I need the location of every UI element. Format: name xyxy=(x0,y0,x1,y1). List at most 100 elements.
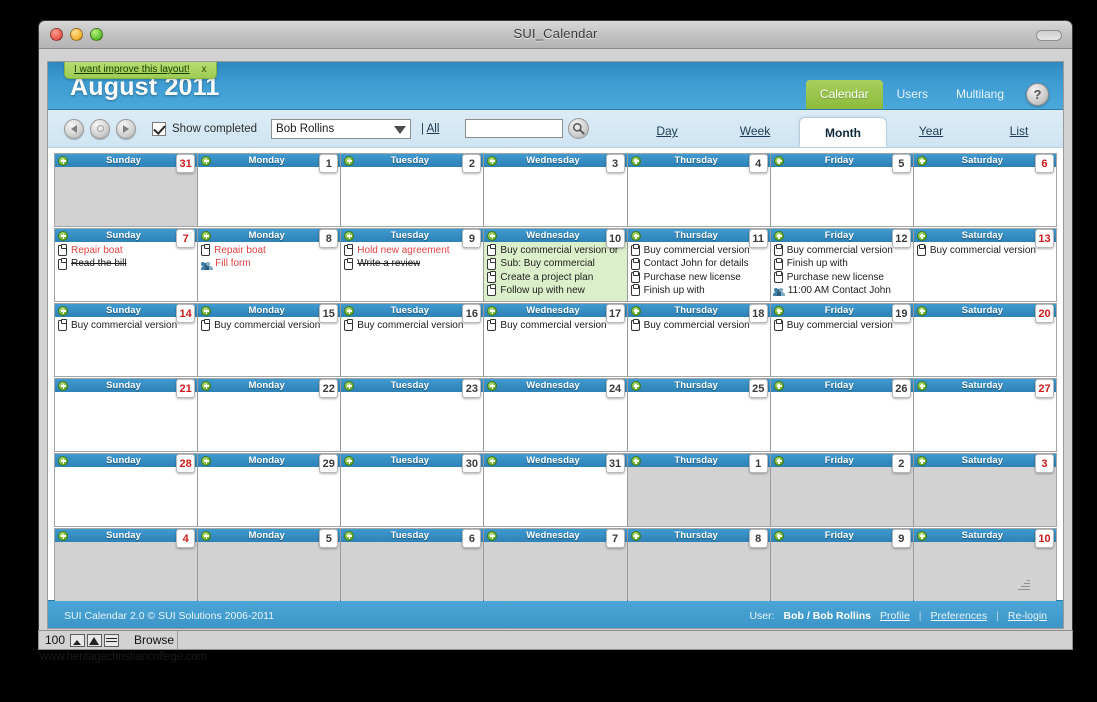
calendar-event[interactable]: Buy commercial version xyxy=(773,244,911,257)
relogin-link[interactable]: Re-login xyxy=(1008,610,1047,622)
day-number-badge[interactable]: 6 xyxy=(462,529,482,548)
profile-link[interactable]: Profile xyxy=(880,610,910,622)
calendar-event[interactable]: Buy commercial version xyxy=(58,319,195,332)
add-event-icon[interactable] xyxy=(916,155,927,166)
day-number-badge[interactable]: 1 xyxy=(748,454,768,473)
add-event-icon[interactable] xyxy=(487,455,498,466)
day-number-badge[interactable]: 16 xyxy=(462,304,482,323)
day-number-badge[interactable]: 31 xyxy=(605,454,625,473)
day-number-badge[interactable]: 8 xyxy=(748,529,768,548)
day-number-badge[interactable]: 3 xyxy=(1034,454,1054,473)
day-cell-wednesday-10[interactable]: Wednesday 10 Buy commercial version or Sub:… xyxy=(484,229,627,301)
all-users-filter[interactable]: | All xyxy=(421,123,439,135)
add-event-icon[interactable] xyxy=(58,155,68,166)
add-event-icon[interactable] xyxy=(58,380,68,391)
day-number-badge[interactable]: 9 xyxy=(462,229,482,248)
day-cell-tuesday-2[interactable]: Tuesday 2 xyxy=(341,154,484,226)
next-month-button[interactable] xyxy=(116,118,136,139)
add-event-icon[interactable] xyxy=(58,230,68,241)
day-cell-sunday-4[interactable]: Sunday 4 xyxy=(55,529,198,601)
nav-item-users[interactable]: Users xyxy=(883,80,942,109)
calendar-event[interactable]: Buy commercial version or xyxy=(487,244,624,257)
add-event-icon[interactable] xyxy=(344,155,355,166)
day-cell-thursday-1[interactable]: Thursday 1 xyxy=(627,454,770,526)
day-number-badge[interactable]: 1 xyxy=(319,154,339,173)
day-cell-friday-19[interactable]: Friday 19 Buy commercial version xyxy=(770,304,913,376)
preferences-link[interactable]: Preferences xyxy=(931,610,988,622)
calendar-event[interactable]: Finish up with xyxy=(773,257,911,270)
day-number-badge[interactable]: 4 xyxy=(176,529,196,548)
calendar-event[interactable]: Buy commercial version xyxy=(487,319,624,332)
day-number-badge[interactable]: 6 xyxy=(1034,154,1054,173)
add-event-icon[interactable] xyxy=(773,230,784,241)
calendar-event[interactable]: Write a review xyxy=(344,257,481,270)
day-number-badge[interactable]: 3 xyxy=(605,154,625,173)
add-event-icon[interactable] xyxy=(773,455,784,466)
day-cell-wednesday-17[interactable]: Wednesday 17 Buy commercial version xyxy=(484,304,627,376)
day-number-badge[interactable]: 5 xyxy=(891,154,911,173)
show-completed-toggle[interactable]: Show completed xyxy=(152,121,257,136)
day-cell-friday-9[interactable]: Friday 9 xyxy=(770,529,913,601)
day-number-badge[interactable]: 31 xyxy=(176,154,196,173)
calendar-event[interactable]: Create a project plan xyxy=(487,270,624,284)
day-number-badge[interactable]: 20 xyxy=(1034,304,1054,323)
day-cell-friday-12[interactable]: Friday 12 Buy commercial version Finish up … xyxy=(770,229,913,301)
day-number-badge[interactable]: 13 xyxy=(1034,229,1054,248)
add-event-icon[interactable] xyxy=(344,530,355,541)
day-number-badge[interactable]: 2 xyxy=(462,154,482,173)
add-event-icon[interactable] xyxy=(58,455,68,466)
day-number-badge[interactable]: 24 xyxy=(605,379,625,398)
day-cell-thursday-4[interactable]: Thursday 4 xyxy=(627,154,770,226)
add-event-icon[interactable] xyxy=(201,305,212,316)
calendar-event[interactable]: Buy commercial version xyxy=(916,244,1054,257)
day-number-badge[interactable]: 10 xyxy=(605,229,625,248)
tab-list[interactable]: List xyxy=(975,124,1063,147)
search-icon[interactable] xyxy=(568,118,590,139)
day-number-badge[interactable]: 12 xyxy=(891,229,911,248)
day-number-badge[interactable]: 8 xyxy=(319,229,339,248)
add-event-icon[interactable] xyxy=(487,380,498,391)
day-cell-monday-1[interactable]: Monday 1 xyxy=(198,154,341,226)
layout-feedback-link[interactable]: I want improve this layout! xyxy=(74,64,190,75)
nav-item-calendar[interactable]: Calendar xyxy=(805,80,883,109)
add-event-icon[interactable] xyxy=(201,530,212,541)
add-event-icon[interactable] xyxy=(916,530,927,541)
tab-month[interactable]: Month xyxy=(799,117,887,147)
add-event-icon[interactable] xyxy=(487,305,498,316)
calendar-event[interactable]: Contact John for details xyxy=(630,257,768,270)
add-event-icon[interactable] xyxy=(773,530,784,541)
add-event-icon[interactable] xyxy=(487,155,498,166)
tab-day[interactable]: Day xyxy=(623,124,711,147)
toolbar-toggle-button[interactable] xyxy=(1036,30,1062,41)
day-number-badge[interactable]: 29 xyxy=(319,454,339,473)
add-event-icon[interactable] xyxy=(630,230,641,241)
day-cell-friday-5[interactable]: Friday 5 xyxy=(770,154,913,226)
calendar-event[interactable]: Fill form xyxy=(200,257,338,270)
add-event-icon[interactable] xyxy=(916,305,927,316)
day-number-badge[interactable]: 5 xyxy=(319,529,339,548)
day-number-badge[interactable]: 11 xyxy=(748,229,768,248)
add-event-icon[interactable] xyxy=(201,230,212,241)
day-cell-sunday-14[interactable]: Sunday 14 Buy commercial version xyxy=(55,304,198,376)
day-cell-monday-22[interactable]: Monday 22 xyxy=(198,379,341,451)
calendar-event[interactable]: Buy commercial version xyxy=(773,319,911,332)
day-cell-tuesday-16[interactable]: Tuesday 16 Buy commercial version xyxy=(341,304,484,376)
layout-feedback-bubble[interactable]: I want improve this layout! x xyxy=(64,62,217,79)
add-event-icon[interactable] xyxy=(201,455,212,466)
add-event-icon[interactable] xyxy=(773,380,784,391)
day-cell-saturday-3[interactable]: Saturday 3 xyxy=(913,454,1056,526)
add-event-icon[interactable] xyxy=(201,380,212,391)
nav-item-multilang[interactable]: Multilang xyxy=(942,80,1018,109)
window-titlebar[interactable]: SUI_Calendar xyxy=(39,21,1072,49)
calendar-event[interactable]: Finish up with xyxy=(630,284,768,297)
calendar-event[interactable]: Follow up with new xyxy=(487,284,624,297)
day-cell-friday-26[interactable]: Friday 26 xyxy=(770,379,913,451)
previous-month-button[interactable] xyxy=(64,118,84,139)
add-event-icon[interactable] xyxy=(58,305,68,316)
day-cell-wednesday-24[interactable]: Wednesday 24 xyxy=(484,379,627,451)
day-number-badge[interactable]: 25 xyxy=(748,379,768,398)
add-event-icon[interactable] xyxy=(58,530,68,541)
day-cell-saturday-6[interactable]: Saturday 6 xyxy=(913,154,1056,226)
calendar-event[interactable]: Buy commercial version xyxy=(201,319,338,332)
day-number-badge[interactable]: 27 xyxy=(1034,379,1054,398)
